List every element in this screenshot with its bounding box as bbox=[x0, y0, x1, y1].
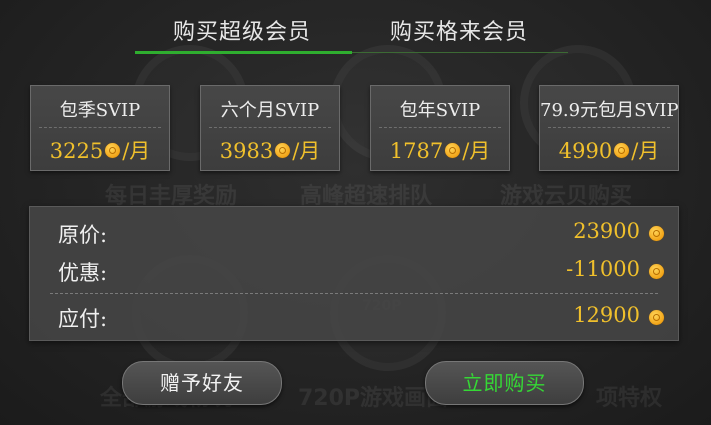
original-price-label: 原价: bbox=[58, 223, 108, 247]
tab-gelai-member[interactable]: 购买格来会员 bbox=[390, 14, 528, 46]
buy-now-button[interactable]: 立即购买 bbox=[425, 361, 584, 405]
plan-price: 3983/月 bbox=[201, 135, 339, 165]
summary-divider bbox=[50, 293, 658, 294]
discount-label: 优惠: bbox=[58, 261, 108, 285]
plan-price-unit: /月 bbox=[462, 139, 491, 163]
gift-to-friend-button[interactable]: 赠予好友 bbox=[122, 361, 282, 405]
original-price-row: 原价: 23900 bbox=[30, 219, 678, 249]
feature-label: 项特权 bbox=[596, 386, 663, 411]
plan-price: 3225/月 bbox=[31, 135, 169, 165]
plan-divider bbox=[548, 127, 670, 128]
plan-price-value: 3983 bbox=[219, 139, 274, 163]
discount-value: -11000 bbox=[566, 257, 640, 281]
plan-name: 包年SVIP bbox=[399, 100, 481, 121]
plan-card-monthly[interactable]: 79.9元包月SVIP 4990/月 bbox=[539, 85, 679, 171]
coin-icon bbox=[649, 226, 664, 241]
plan-price: 1787/月 bbox=[371, 135, 509, 165]
coin-icon bbox=[105, 143, 121, 158]
payable-value: 12900 bbox=[573, 303, 640, 327]
plan-divider bbox=[209, 127, 331, 128]
plan-card-six-month[interactable]: 六个月SVIP 3983/月 bbox=[200, 85, 340, 171]
plan-price: 4990/月 bbox=[540, 135, 678, 165]
plan-price-unit: /月 bbox=[631, 139, 660, 163]
payable-row: 应付: 12900 bbox=[30, 303, 678, 333]
discount-row: 优惠: -11000 bbox=[30, 257, 678, 287]
plan-price-unit: /月 bbox=[122, 139, 151, 163]
plan-card-yearly[interactable]: 包年SVIP 1787/月 bbox=[370, 85, 510, 171]
coin-icon bbox=[649, 264, 664, 279]
coin-icon bbox=[649, 310, 664, 325]
plan-price-value: 3225 bbox=[49, 139, 104, 163]
tab-bar: 购买超级会员 购买格来会员 bbox=[135, 0, 568, 56]
plan-card-quarterly[interactable]: 包季SVIP 3225/月 bbox=[30, 85, 170, 171]
price-summary-panel: 原价: 23900 优惠: -11000 应付: 12900 bbox=[29, 206, 679, 341]
plan-price-value: 1787 bbox=[389, 139, 444, 163]
coin-icon bbox=[614, 143, 630, 158]
coin-icon bbox=[445, 143, 461, 158]
payable-label: 应付: bbox=[58, 307, 108, 331]
plan-name: 79.9元包月SVIP bbox=[540, 100, 679, 121]
plan-divider bbox=[379, 127, 501, 128]
original-price-value: 23900 bbox=[573, 219, 640, 243]
plan-price-unit: /月 bbox=[292, 139, 321, 163]
plan-name: 六个月SVIP bbox=[220, 100, 320, 121]
plan-price-value: 4990 bbox=[558, 139, 613, 163]
tab-active-indicator bbox=[135, 51, 352, 54]
tab-super-member[interactable]: 购买超级会员 bbox=[173, 14, 311, 46]
plan-divider bbox=[39, 127, 161, 128]
plan-name: 包季SVIP bbox=[59, 100, 141, 121]
coin-icon bbox=[275, 143, 291, 158]
